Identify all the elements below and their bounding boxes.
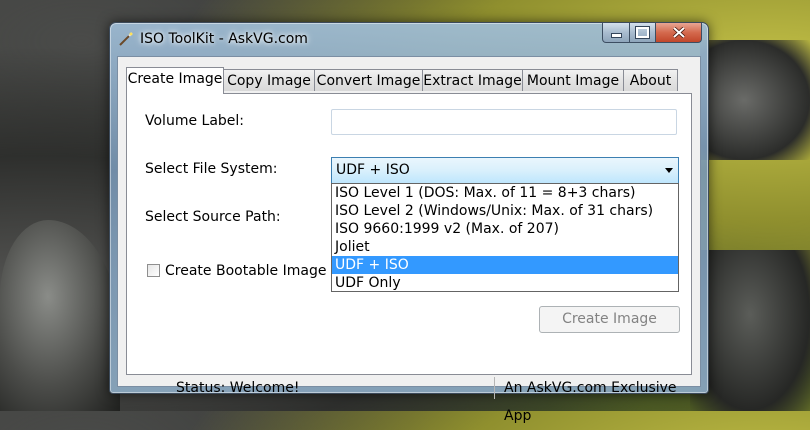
background-statue-top-right bbox=[700, 40, 810, 160]
window-title: ISO ToolKit - AskVG.com bbox=[140, 31, 308, 47]
file-system-option[interactable]: UDF Only bbox=[332, 274, 678, 292]
caption-buttons bbox=[602, 23, 702, 43]
tab-convert-image[interactable]: Convert Image bbox=[314, 69, 423, 91]
file-system-dropdown-list: ISO Level 1 (DOS: Max. of 11 = 8+3 chars… bbox=[331, 183, 679, 292]
client-area: Create Image Copy Image Convert Image Ex… bbox=[117, 56, 701, 424]
status-text: Status: Welcome! bbox=[176, 380, 300, 396]
status-divider bbox=[494, 377, 495, 399]
chevron-down-icon bbox=[665, 168, 673, 173]
file-system-combobox[interactable]: UDF + ISO bbox=[331, 157, 679, 184]
minimize-icon bbox=[610, 33, 622, 38]
volume-label-text: Volume Label: bbox=[145, 113, 245, 129]
file-system-option[interactable]: ISO 9660:1999 v2 (Max. of 207) bbox=[332, 220, 678, 238]
close-button[interactable] bbox=[656, 23, 702, 43]
status-credit: An AskVG.com Exclusive App bbox=[504, 380, 677, 424]
file-system-label-text: Select File System: bbox=[145, 161, 278, 177]
tab-copy-image[interactable]: Copy Image bbox=[223, 69, 315, 91]
maximize-icon bbox=[635, 26, 650, 39]
tab-create-image[interactable]: Create Image bbox=[126, 67, 224, 94]
tab-mount-image[interactable]: Mount Image bbox=[522, 69, 624, 91]
close-icon bbox=[672, 27, 685, 38]
background-statue-left bbox=[0, 220, 120, 411]
app-window: ISO ToolKit - AskVG.com Create Image Cop… bbox=[109, 22, 709, 424]
bootable-checkbox[interactable] bbox=[147, 264, 160, 277]
file-system-option[interactable]: Joliet bbox=[332, 238, 678, 256]
source-path-label-text: Select Source Path: bbox=[145, 209, 281, 225]
status-bar: Status: Welcome! An AskVG.com Exclusive … bbox=[118, 377, 700, 424]
file-system-selected-value: UDF + ISO bbox=[336, 162, 410, 178]
title-bar[interactable]: ISO ToolKit - AskVG.com bbox=[110, 23, 708, 55]
create-image-panel: Volume Label: Select File System: UDF + … bbox=[126, 93, 692, 375]
tab-about[interactable]: About bbox=[623, 69, 678, 91]
wand-icon bbox=[118, 31, 134, 47]
file-system-option-selected[interactable]: UDF + ISO bbox=[332, 256, 678, 274]
volume-label-input[interactable] bbox=[331, 109, 677, 135]
file-system-option[interactable]: ISO Level 2 (Windows/Unix: Max. of 31 ch… bbox=[332, 202, 678, 220]
file-system-option[interactable]: ISO Level 1 (DOS: Max. of 11 = 8+3 chars… bbox=[332, 184, 678, 202]
maximize-button[interactable] bbox=[630, 23, 656, 43]
minimize-button[interactable] bbox=[602, 23, 630, 43]
bootable-label-text: Create Bootable Image bbox=[165, 263, 327, 279]
create-image-button[interactable]: Create Image bbox=[539, 306, 680, 333]
tab-extract-image[interactable]: Extract Image bbox=[422, 69, 523, 91]
